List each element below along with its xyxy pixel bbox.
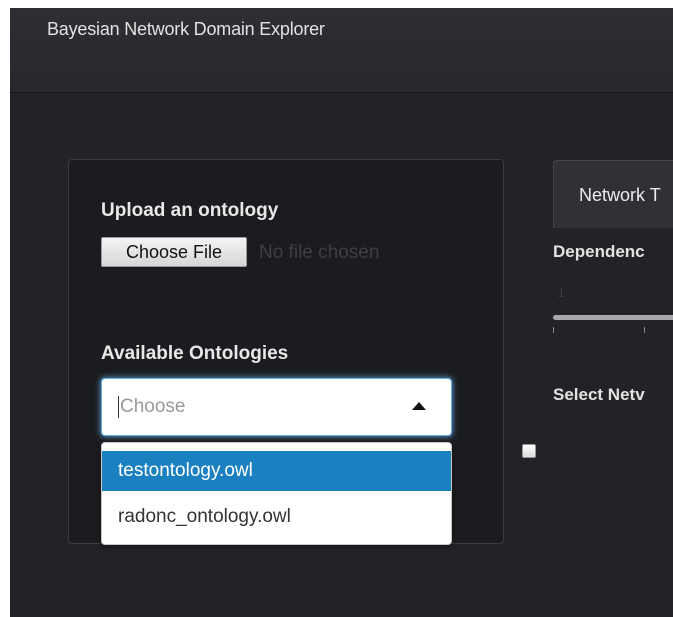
choose-file-button[interactable]: Choose File <box>101 237 247 267</box>
file-status-text: No file chosen <box>259 242 380 263</box>
slider-tick <box>553 327 554 333</box>
tab-network[interactable]: Network T <box>553 160 673 228</box>
select-network-label: Select Netv <box>553 385 645 404</box>
available-ontologies-label: Available Ontologies <box>101 343 289 364</box>
ontology-select-input[interactable]: Choose <box>118 396 186 418</box>
ontology-select[interactable]: Choose <box>101 378 452 436</box>
slider-tick <box>644 327 645 333</box>
dependency-slider[interactable] <box>553 315 673 320</box>
ontology-option-radonc[interactable]: radonc_ontology.owl <box>102 497 451 537</box>
sidebar-panel: Upload an ontology Choose File No file c… <box>68 159 504 545</box>
app-window: Bayesian Network Domain Explorer Upload … <box>10 8 673 617</box>
app-title[interactable]: Bayesian Network Domain Explorer <box>47 19 325 40</box>
ontology-option-testontology[interactable]: testontology.owl <box>102 451 451 491</box>
navbar: Bayesian Network Domain Explorer <box>10 8 673 93</box>
caret-up-icon[interactable] <box>412 402 426 410</box>
tab-network-label: Network T <box>579 185 661 205</box>
ontology-dropdown: testontology.owl radonc_ontology.owl <box>101 442 452 545</box>
checkbox[interactable] <box>522 444 536 458</box>
dependency-label: Dependenc <box>553 242 645 261</box>
upload-ontology-label: Upload an ontology <box>101 200 279 221</box>
slider-min-label: 1 <box>558 286 565 300</box>
